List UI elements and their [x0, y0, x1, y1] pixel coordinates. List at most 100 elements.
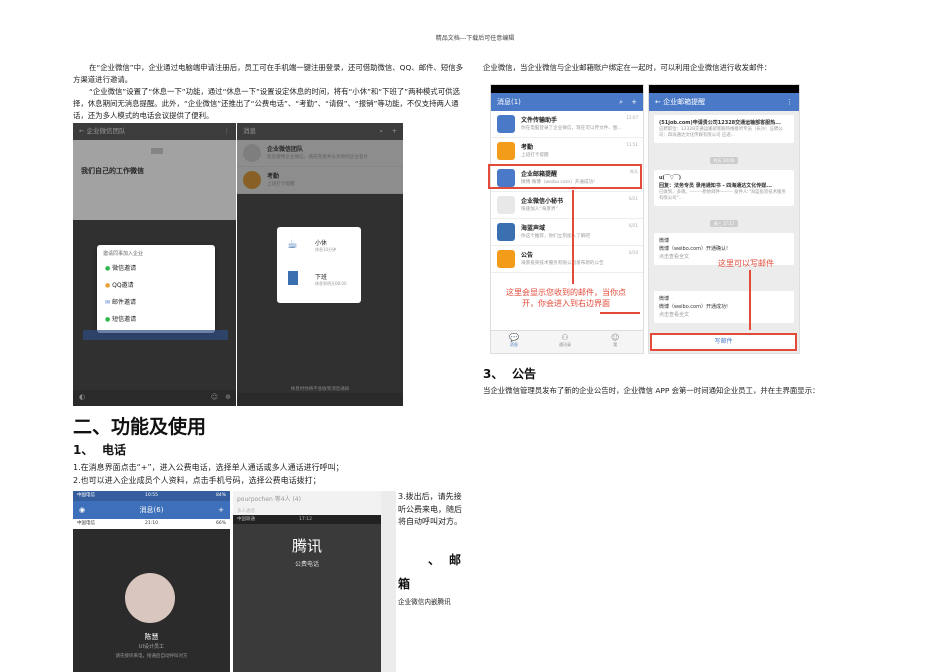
shot4-status-bar: 中国联通 17:12 — [233, 515, 381, 524]
rest-short-sub: 休息10分钟 — [315, 247, 337, 252]
tencent-brand: 腾讯 — [291, 537, 322, 555]
section-title: 二、功能及使用 — [73, 416, 207, 438]
mail-card-2[interactable]: u(￣▽￣) 回复：法务专员 录用通知书 - 四海通达文化传媒... 已收到，多… — [654, 170, 794, 206]
message-row-sub: 海景投资技术服务有限公司发布新的公告 — [521, 261, 604, 266]
shot6-titlebar: ← 企业邮箱提醒 ⋮ — [649, 93, 799, 111]
more-icon[interactable]: ⋮ — [786, 93, 793, 111]
mail-icon: ✉ — [105, 299, 111, 306]
shot2-titlebar: 消息 ⌕ + — [237, 123, 403, 140]
shot1-group-card: 我们自己的工作微信 — [73, 140, 236, 220]
mail-description: 企业微信内嵌腾讯 — [398, 598, 451, 606]
shot1-group-title: 我们自己的工作微信 — [81, 167, 144, 175]
mail-number: 、 — [428, 553, 441, 567]
date-chip-2: 周三 17:17 — [709, 220, 739, 227]
intro-paragraph-2: “企业微信”设置了“休息一下”功能，通过“休息一下”设置设定休息的时间，将有“小… — [73, 87, 460, 120]
arrow-up-line — [572, 190, 574, 284]
tab-me[interactable]: ☺ 我 — [611, 333, 619, 348]
note-right: 这里可以写邮件 — [718, 259, 774, 268]
tab-contacts[interactable]: ⚇ 通讯录 — [559, 333, 571, 348]
call-screenshot: 中国电信 10:55 84% ◉ 消息(6) + 中国电信 21:10 66% … — [73, 491, 230, 672]
shot3-inner-status: 中国电信 21:10 66% — [73, 519, 230, 529]
message-row-title: 企业微信小秘书 — [521, 198, 564, 205]
add-icon: + — [391, 127, 397, 135]
back-arrow-icon[interactable]: ← — [655, 98, 661, 106]
shot3-titlebar: ◉ 消息(6) + — [73, 501, 230, 519]
team-avatar-icon — [243, 144, 261, 162]
plus-icon: ⊕ — [225, 393, 231, 401]
paid-call-label: 公费电话 — [294, 561, 319, 568]
shot6-status-bar — [649, 85, 799, 93]
shot5-tabbar: 💬 消息 ⚇ 通讯录 ☺ 我 — [491, 330, 643, 353]
message-row-icon — [497, 196, 515, 214]
shot4-top: pourpochen 等4人 (4) — [237, 496, 301, 503]
mail-detail-screenshot: ← 企业邮箱提醒 ⋮ (51job.com)申请贵公司12328交通运输部客服热… — [648, 84, 800, 354]
caller-role: UI设计员工 — [138, 644, 165, 650]
rest-footer: 休息时你将不会收到消息通知 — [290, 387, 350, 392]
message-row-sub: 你在电脑登录了企业微信，现在可以传文件、图... — [521, 126, 622, 131]
message-row-title: 文件传输助手 — [521, 117, 558, 124]
shot3-title: 消息(6) — [139, 506, 164, 514]
message-row-time: 6/21 — [629, 196, 638, 201]
message-row-icon — [497, 250, 515, 268]
invite-qq[interactable]: ● QQ邀请 — [97, 276, 215, 293]
page-header: 精品文档---下载后可任意编辑 — [435, 35, 515, 42]
mail-intro: 企业微信，当企业微信与企业邮箱账户绑定在一起时，可以利用企业微信进行收发邮件： — [483, 63, 772, 72]
message-row-time: 6/21 — [629, 223, 638, 228]
rest-offwork-label[interactable]: 下班 — [315, 272, 327, 281]
invite-sms[interactable]: ● 短信邀请 — [97, 310, 215, 327]
message-row-time: 6/20 — [629, 250, 638, 255]
shot1-bottom-bar: ◐ ☺ ⊕ — [73, 390, 236, 406]
tab-messages[interactable]: 💬 消息 — [509, 333, 519, 348]
back-arrow-icon: ← — [79, 127, 85, 135]
message-row[interactable]: 公告 海景投资技术服务有限公司发布新的公告 6/20 — [491, 246, 643, 273]
message-row-time: 12:07 — [626, 115, 638, 120]
note-left: 这里会显示您收到的邮件，当你点开，你会进入到右边界面 — [506, 288, 626, 308]
sms-icon: ● — [105, 316, 111, 323]
mail-card-1[interactable]: (51job.com)申请贵公司12328交通运输部客服热... 应聘职位：12… — [654, 115, 794, 143]
rest-short-label[interactable]: 小休 — [315, 238, 327, 247]
message-row-sub: 上班打卡提醒 — [521, 153, 549, 158]
step-3: 3.拨出后，请先接听公费来电，随后将自动呼叫对方。 — [398, 492, 462, 527]
door-icon — [288, 271, 298, 285]
message-row-icon — [497, 223, 515, 241]
shot-divider — [381, 491, 396, 672]
invite-email[interactable]: ✉ 邮件邀请 — [97, 293, 215, 310]
add-icon: + — [631, 98, 637, 106]
shot2-title: 消息 — [243, 127, 256, 135]
shot1-chip — [151, 148, 163, 154]
message-row[interactable]: 企业微信小秘书 快速加入“海景界” 6/21 — [491, 192, 643, 219]
mail-title-a: 邮 — [449, 553, 462, 567]
invite-dialog-title: 邀请同事加入企业 — [103, 251, 144, 257]
message-row[interactable]: 海蓝声域 你这个推荐，你们立刻加入了解吧 6/21 — [491, 219, 643, 246]
shot5-title: 消息(1) — [497, 98, 521, 106]
message-row[interactable]: 文件传输助手你在电脑登录了企业微信，现在可以传文件、图... 12:07 — [491, 111, 643, 138]
section-3-number: 3、 — [483, 367, 504, 381]
message-row-icon — [497, 115, 515, 133]
rest-dialog: ☕ 小休 休息10分钟 下班 休息到明天08:00 — [277, 227, 361, 303]
date-chip-1: 昨天 10:00 — [709, 157, 739, 164]
section-3-title: 公告 — [512, 367, 537, 381]
message-row-time: 11:51 — [626, 142, 638, 147]
more-icon: ⋮ — [223, 127, 231, 135]
mail-title-b: 箱 — [398, 577, 411, 591]
mail-card-4[interactable]: 微博 微博（weibo.com）开通成功! 点击查看全文 — [654, 291, 794, 323]
invite-wechat[interactable]: ● 微信邀请 — [97, 259, 215, 276]
write-mail-button[interactable]: 写邮件 — [650, 333, 797, 351]
shot5-titlebar: 消息(1) ⌕ + — [491, 93, 643, 111]
step-2: 2.也可以进入企业成员个人资料，点击手机号码，选择公费电话拨打； — [73, 476, 321, 485]
shot6-title: 企业邮箱提醒 — [663, 98, 706, 106]
invite-dialog: 邀请同事加入企业 ● 微信邀请 ● QQ邀请 ✉ 邮件邀请 ● 短信邀请 — [97, 245, 215, 333]
search-icon: ⌕ — [619, 98, 623, 106]
sub-number-phone: 1、 — [73, 443, 94, 457]
shot2-tabbar — [237, 393, 403, 406]
message-row-icon — [497, 142, 515, 160]
caller-avatar — [125, 573, 175, 623]
emoji-icon: ☺ — [210, 393, 218, 401]
shot1-title: 企业微信团队 — [86, 127, 126, 135]
arrow-down-line — [749, 270, 751, 330]
search-icon: ⌕ — [379, 127, 383, 135]
intro-paragraph-1: 在“企业微信”中，企业通过电脑端申请注册后，员工可在手机端一键注册登录，还可借助… — [73, 63, 464, 84]
sub-title-phone: 电话 — [102, 443, 127, 457]
highlight-mail-row — [488, 164, 642, 189]
message-row[interactable]: 考勤 上班打卡提醒 11:51 — [491, 138, 643, 165]
